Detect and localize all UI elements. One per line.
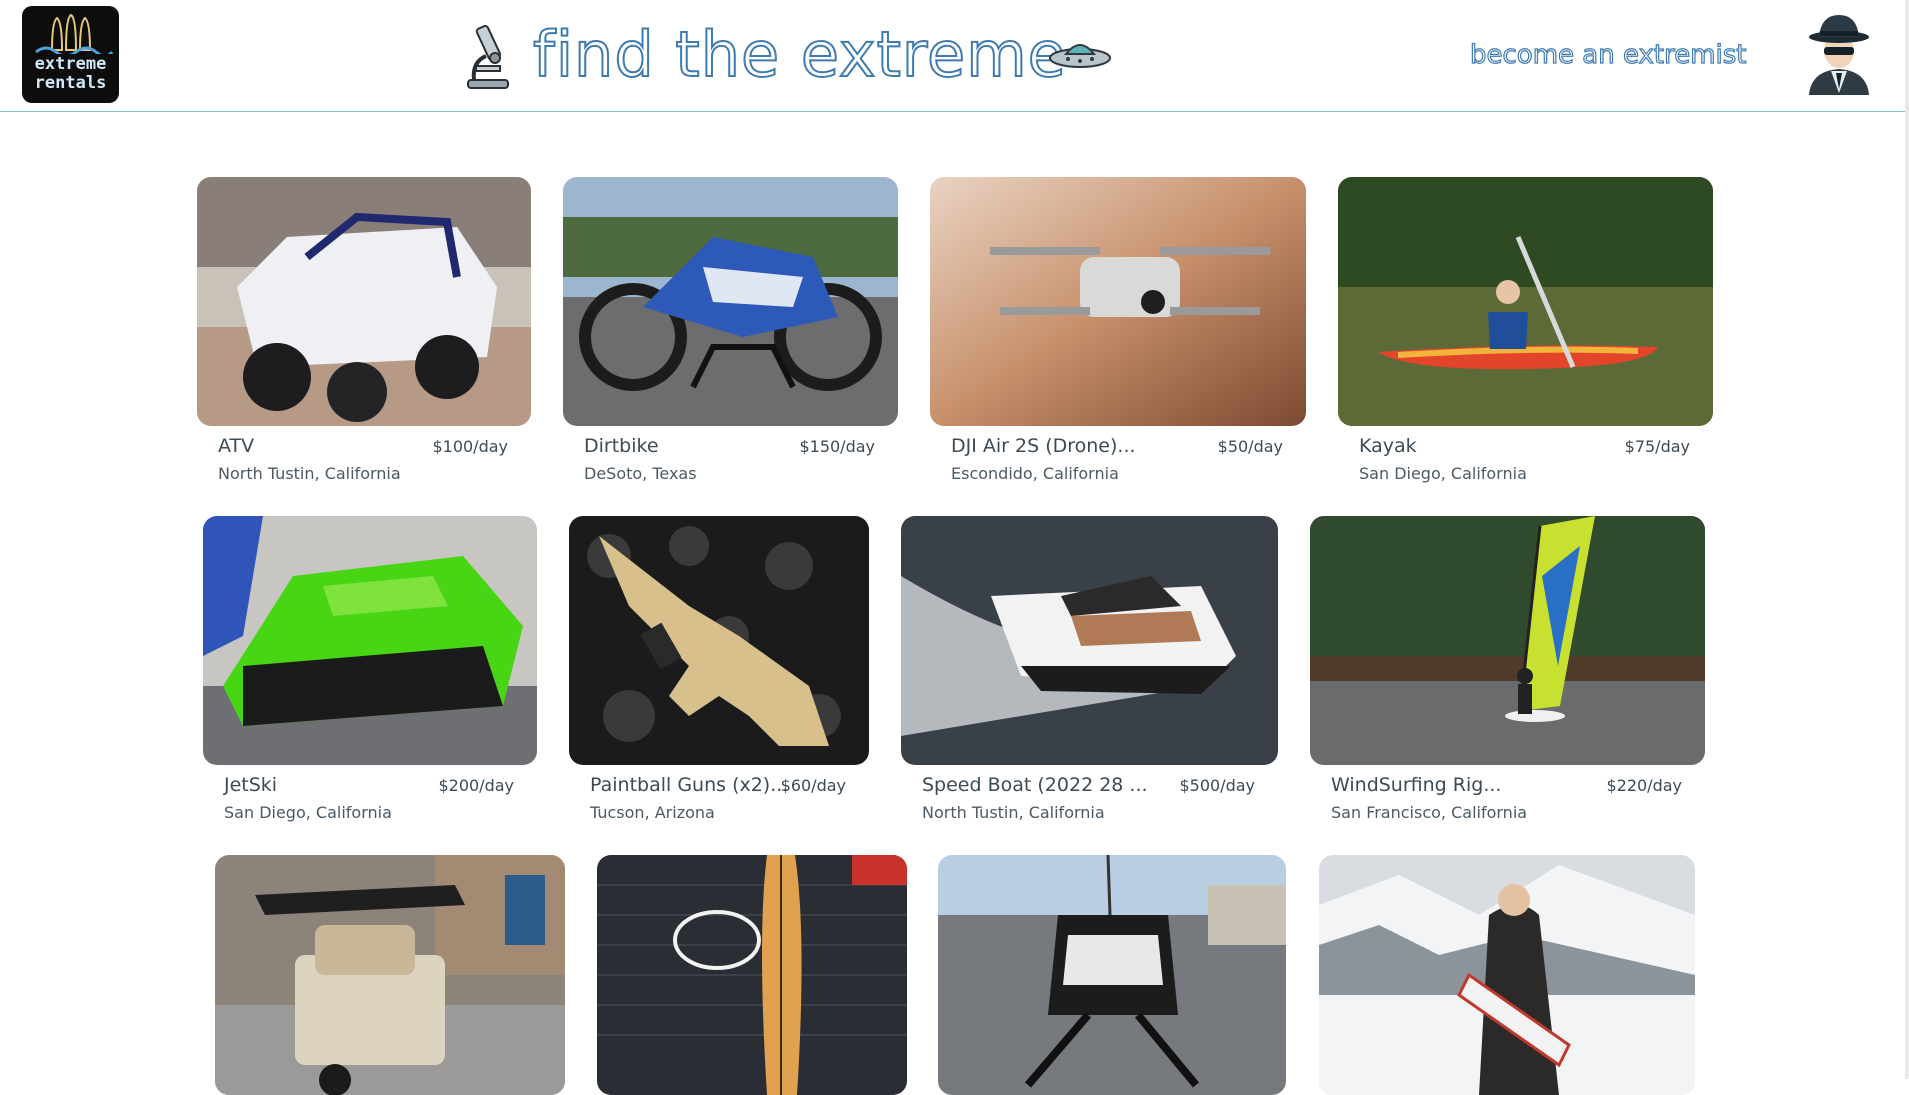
listing-photo <box>1310 516 1705 765</box>
flying-saucer-icon <box>1049 44 1111 68</box>
become-extremist-link[interactable]: become an extremist <box>1469 39 1747 70</box>
surfboards-logo-icon <box>35 14 114 54</box>
listing-location: DeSoto, Texas <box>584 464 697 483</box>
listing-photo <box>215 855 565 1095</box>
page-title: find the extreme <box>532 17 1067 92</box>
listing-location: San Diego, California <box>224 803 392 822</box>
listing-name: Kayak <box>1359 435 1417 457</box>
listing-name: Paintball Guns (x2)... <box>590 774 789 796</box>
listing-location: Escondido, California <box>951 464 1119 483</box>
listing-location: North Tustin, California <box>218 464 401 483</box>
listing-photo <box>203 516 537 765</box>
listing-price: $500/day <box>1179 776 1255 795</box>
spy-avatar-icon[interactable] <box>1803 13 1875 95</box>
listing-name: ATV <box>218 435 255 457</box>
listing-photo <box>930 177 1306 426</box>
listing-photo <box>1338 177 1713 426</box>
listing-location: Tucson, Arizona <box>590 803 715 822</box>
vertical-scrollbar[interactable] <box>1905 0 1909 1079</box>
listing-price: $60/day <box>780 776 846 795</box>
listing-name: WindSurfing Rig... <box>1331 774 1502 796</box>
listing-price: $75/day <box>1624 437 1690 456</box>
logo-text-line2: rentals <box>34 73 107 93</box>
listing-name: Speed Boat (2022 28 ... <box>922 774 1148 796</box>
listing-location: San Francisco, California <box>1331 803 1528 822</box>
listing-name: JetSki <box>224 774 278 796</box>
site-logo[interactable]: extreme rentals <box>22 6 119 103</box>
listing-photo <box>197 177 531 426</box>
listing-photo <box>938 855 1286 1095</box>
listing-photo <box>1319 855 1695 1095</box>
listing-photo <box>569 516 869 765</box>
listing-price: $100/day <box>432 437 508 456</box>
listing-photo <box>597 855 907 1095</box>
listing-photo <box>901 516 1278 765</box>
listing-name: DJI Air 2S (Drone)... <box>951 435 1136 457</box>
microscope-icon <box>467 24 509 89</box>
listing-price: $50/day <box>1217 437 1283 456</box>
listing-price: $220/day <box>1606 776 1682 795</box>
logo-text-line1: extreme <box>34 54 107 74</box>
listing-photo <box>563 177 898 426</box>
listing-location: North Tustin, California <box>922 803 1105 822</box>
site-header: extreme rentals find the extreme become … <box>0 0 1905 112</box>
listing-name: Dirtbike <box>584 435 659 457</box>
listing-location: San Diego, California <box>1359 464 1527 483</box>
listing-price: $150/day <box>799 437 875 456</box>
listing-price: $200/day <box>438 776 514 795</box>
